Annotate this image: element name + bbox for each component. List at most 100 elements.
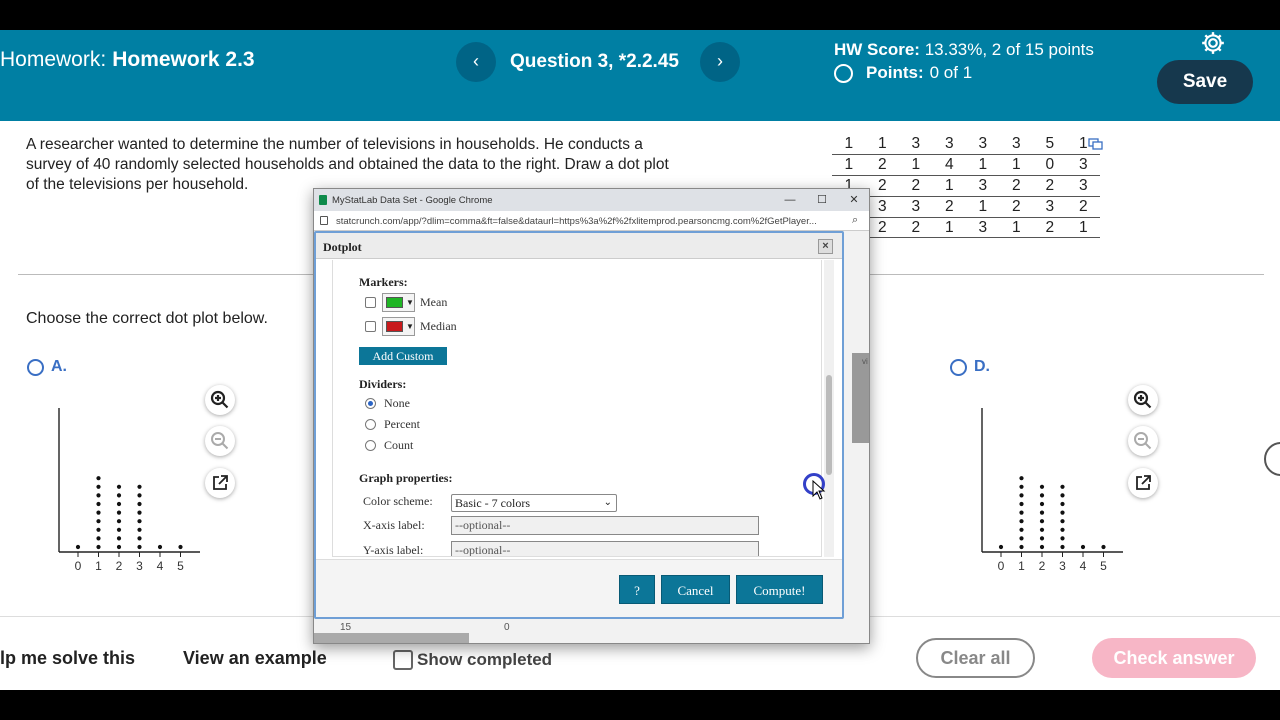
- gear-icon[interactable]: [1200, 30, 1226, 56]
- median-color-picker[interactable]: ▼: [382, 317, 415, 336]
- divider-percent-label: Percent: [384, 417, 420, 431]
- data-table-cell: 2: [999, 175, 1033, 197]
- mean-checkbox[interactable]: [365, 297, 376, 308]
- divider-count-radio[interactable]: [365, 440, 376, 451]
- check-answer-button[interactable]: Check answer: [1092, 638, 1256, 678]
- dialog-compute-button[interactable]: Compute!: [736, 575, 823, 604]
- dot-point: [1019, 519, 1024, 524]
- median-label: Median: [420, 319, 457, 333]
- save-button[interactable]: Save: [1157, 60, 1253, 104]
- copy-data-icon[interactable]: [1088, 138, 1104, 151]
- show-completed-toggle[interactable]: Show completed: [393, 650, 552, 670]
- close-icon[interactable]: ✕: [844, 191, 864, 209]
- mean-color-picker[interactable]: ▼: [382, 293, 415, 312]
- dot-point: [1080, 544, 1086, 550]
- clear-all-button[interactable]: Clear all: [916, 638, 1035, 678]
- zoom-in-icon: [1133, 390, 1152, 409]
- y-axis-label-text: Y-axis label:: [363, 543, 424, 557]
- popup-url[interactable]: statcrunch.com/app/?dlim=comma&ft=false&…: [336, 216, 817, 227]
- dialog-close-icon[interactable]: ×: [818, 239, 833, 254]
- minimize-icon[interactable]: —: [780, 191, 800, 209]
- dot-point: [137, 510, 142, 515]
- previous-question-button[interactable]: ‹: [456, 42, 496, 82]
- divider-none-option[interactable]: None: [365, 396, 410, 411]
- dot-point: [137, 536, 142, 541]
- side-panel-toggle-icon[interactable]: [1264, 442, 1280, 476]
- option-d-open-new-window-button[interactable]: [1128, 468, 1158, 498]
- x-axis-label-text: X-axis label:: [363, 518, 425, 532]
- divider-none-radio[interactable]: [365, 398, 376, 409]
- divider-percent-radio[interactable]: [365, 419, 376, 430]
- dot-point: [1019, 493, 1024, 498]
- data-table-cell: 2: [1066, 196, 1100, 218]
- color-scheme-label: Color scheme:: [363, 494, 433, 508]
- dot-point: [96, 510, 101, 515]
- y-axis-label-input[interactable]: --optional--: [451, 541, 759, 556]
- option-d-zoom-out-button[interactable]: [1128, 426, 1158, 456]
- option-a[interactable]: A.: [27, 358, 67, 376]
- dot-point: [116, 544, 122, 550]
- divider-count-option[interactable]: Count: [365, 438, 413, 453]
- show-completed-checkbox[interactable]: [393, 650, 413, 670]
- zoom-icon[interactable]: ⌕: [852, 214, 858, 227]
- sheet-scrollbar[interactable]: [852, 353, 869, 443]
- data-table-cell: 3: [1033, 196, 1067, 218]
- option-d[interactable]: D.: [950, 358, 990, 376]
- median-checkbox[interactable]: [365, 321, 376, 332]
- data-table-cell: 2: [865, 217, 899, 239]
- x-tick-label: 4: [1080, 559, 1087, 572]
- maximize-icon[interactable]: ☐: [812, 191, 832, 209]
- choose-instruction: Choose the correct dot plot below.: [26, 310, 268, 327]
- data-table-cell: 2: [865, 175, 899, 197]
- data-table-cell: 3: [1066, 175, 1100, 197]
- chevron-right-icon: ›: [717, 51, 723, 71]
- dot-point: [157, 544, 163, 550]
- view-example-link[interactable]: View an example: [183, 648, 327, 669]
- dialog-cancel-button[interactable]: Cancel: [661, 575, 730, 604]
- x-axis-label-input[interactable]: --optional--: [451, 516, 759, 535]
- dot-point: [96, 493, 101, 498]
- screen: Homework: Homework 2.3 ‹ Question 3, *2.2…: [0, 0, 1280, 720]
- points: Points: 0 of 1: [834, 63, 972, 83]
- dot-point: [96, 501, 101, 507]
- data-table-cell: 1: [832, 154, 866, 177]
- data-table-cell: 1: [932, 175, 966, 197]
- data-table-cell: 2: [1033, 175, 1067, 197]
- popup-address-bar[interactable]: statcrunch.com/app/?dlim=comma&ft=false&…: [314, 211, 869, 231]
- x-tick-label: 5: [177, 559, 184, 572]
- data-table-cell: 3: [1066, 154, 1100, 177]
- chevron-left-icon: ‹: [473, 51, 479, 71]
- homework-prefix: Homework:: [0, 48, 107, 71]
- dialog-options-panel: Markers: ▼ Mean ▼ Median Add Custom Divi…: [332, 260, 822, 557]
- dialog-help-button[interactable]: ?: [619, 575, 655, 604]
- option-a-zoom-out-button[interactable]: [205, 426, 235, 456]
- score-value: 13.33%, 2 of 15 points: [924, 40, 1094, 59]
- x-tick-label: 2: [1039, 559, 1046, 572]
- homework-title: Homework: Homework 2.3: [0, 48, 255, 72]
- dot-point: [1039, 536, 1045, 541]
- add-custom-button[interactable]: Add Custom: [359, 347, 447, 365]
- dialog-scroll-thumb[interactable]: [826, 375, 832, 475]
- help-me-solve-link[interactable]: lp me solve this: [0, 648, 135, 669]
- color-scheme-select[interactable]: Basic - 7 colors ⌄: [451, 494, 617, 512]
- option-d-zoom-in-button[interactable]: [1128, 385, 1158, 415]
- data-table-cell: 2: [899, 217, 933, 239]
- x-tick-label: 5: [1100, 559, 1107, 572]
- option-a-zoom-in-button[interactable]: [205, 385, 235, 415]
- dropdown-arrow-icon: ▼: [406, 322, 414, 331]
- option-a-radio[interactable]: [27, 358, 44, 376]
- dialog-scrollbar[interactable]: [824, 260, 834, 557]
- dot-point: [1019, 510, 1024, 515]
- dot-point: [116, 484, 122, 489]
- option-a-open-new-window-button[interactable]: [205, 468, 235, 498]
- sheet-hscrollbar[interactable]: [314, 633, 469, 643]
- sheet-cell-value[interactable]: 0: [504, 622, 510, 633]
- divider-percent-option[interactable]: Percent: [365, 417, 420, 432]
- dotplot-dialog: Dotplot × Markers: ▼ Mean ▼ Median Add C…: [314, 231, 844, 619]
- mean-marker-row: ▼ Mean: [365, 293, 447, 312]
- popup-title-bar: MyStatLab Data Set - Google Chrome — ☐ ✕: [314, 189, 869, 211]
- points-value: 0 of 1: [929, 63, 973, 82]
- option-d-radio[interactable]: [950, 358, 967, 376]
- color-scheme-value: Basic - 7 colors: [455, 496, 530, 510]
- next-question-button[interactable]: ›: [700, 42, 740, 82]
